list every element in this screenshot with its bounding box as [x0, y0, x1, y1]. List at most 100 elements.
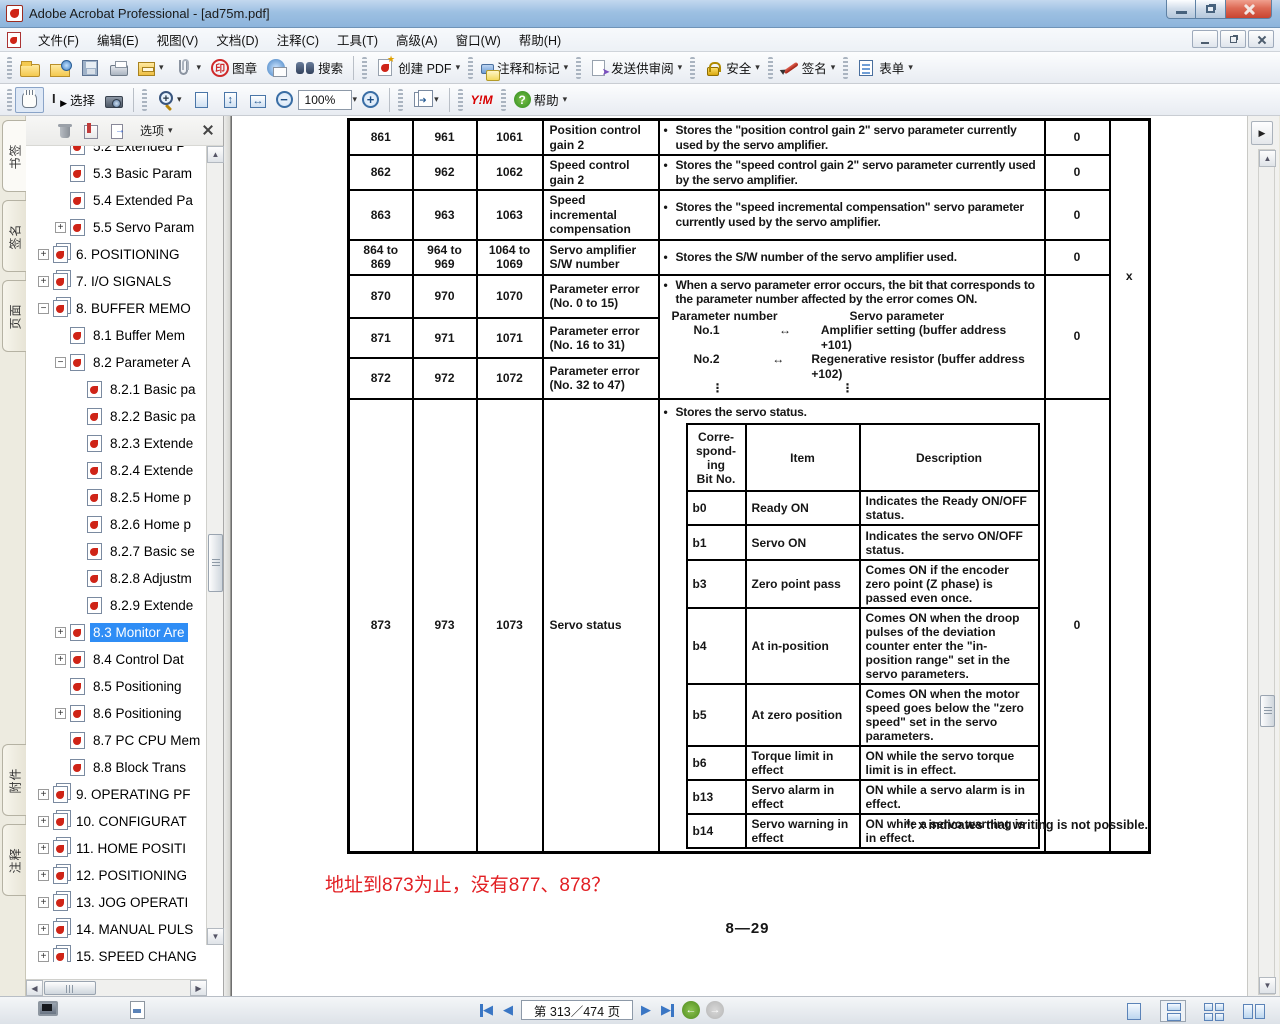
- expand-icon[interactable]: +: [38, 816, 49, 827]
- scroll-up-icon[interactable]: ▲: [207, 146, 224, 163]
- toolbar-grip[interactable]: [398, 89, 403, 111]
- select-tool-button[interactable]: 选择: [44, 87, 100, 113]
- print-button[interactable]: [105, 55, 133, 81]
- tab-comments[interactable]: 注释: [2, 824, 26, 896]
- next-view-button[interactable]: →: [706, 1001, 724, 1019]
- bookmark-item[interactable]: +11. HOME POSITI: [26, 835, 207, 862]
- bookmark-item[interactable]: +6. POSITIONING: [26, 241, 207, 268]
- sign-button[interactable]: 签名▾: [776, 55, 841, 81]
- attach-button[interactable]: ▾: [169, 55, 207, 81]
- options-menu-button[interactable]: 选项▾: [140, 122, 173, 139]
- bookmark-item[interactable]: 8.5 Positioning: [26, 673, 207, 700]
- bookmark-item[interactable]: −8.2 Parameter A: [26, 349, 207, 376]
- document-vscrollbar[interactable]: ▲ ▼: [1258, 149, 1275, 995]
- open-web-button[interactable]: [45, 55, 75, 81]
- single-page-layout-button[interactable]: [1120, 1000, 1146, 1022]
- scroll-up-icon[interactable]: ▲: [1259, 150, 1276, 167]
- forms-button[interactable]: 表单▾: [851, 55, 918, 81]
- fullscreen-mode-icon[interactable]: [38, 1001, 58, 1016]
- bookmark-item[interactable]: +8.3 Monitor Are: [26, 619, 207, 646]
- fit-page-button[interactable]: [187, 87, 216, 113]
- bookmark-item[interactable]: −8. BUFFER MEMO: [26, 295, 207, 322]
- document-page[interactable]: 861 961 1061 Position control gain 2 •St…: [231, 116, 1247, 996]
- doc-close-button[interactable]: [1248, 30, 1274, 48]
- collapse-icon[interactable]: −: [55, 357, 66, 368]
- tab-pages[interactable]: 页面: [2, 280, 26, 352]
- bookmark-item[interactable]: 8.2.9 Extende: [26, 592, 207, 619]
- toolbar-grip[interactable]: [7, 89, 12, 111]
- fit-height-button[interactable]: [216, 87, 245, 113]
- bookmark-item[interactable]: +8.4 Control Dat: [26, 646, 207, 673]
- last-page-button[interactable]: ▶: [659, 1002, 676, 1018]
- continuous-facing-layout-button[interactable]: [1200, 1000, 1226, 1022]
- minimize-button[interactable]: [1166, 0, 1196, 19]
- page-number-field[interactable]: 第 313／474 页: [521, 1000, 633, 1020]
- menu-item-1[interactable]: 编辑(E): [88, 27, 148, 52]
- expand-icon[interactable]: +: [55, 627, 66, 638]
- tab-bookmarks[interactable]: 书签: [2, 120, 27, 192]
- expand-icon[interactable]: +: [38, 249, 49, 260]
- expand-pane-button[interactable]: ▶: [1251, 121, 1273, 145]
- expand-icon[interactable]: +: [38, 870, 49, 881]
- delete-bookmark-icon[interactable]: [56, 123, 74, 141]
- fit-width-button[interactable]: [245, 87, 271, 113]
- security-button[interactable]: 安全▾: [698, 55, 765, 81]
- menu-item-8[interactable]: 帮助(H): [510, 27, 570, 52]
- facing-layout-button[interactable]: [1240, 1000, 1266, 1022]
- stamp-button[interactable]: 印图章: [206, 55, 262, 81]
- tab-signatures[interactable]: 签名: [2, 200, 26, 272]
- toolbar-grip[interactable]: [768, 57, 773, 79]
- bookmark-item[interactable]: 8.2.2 Basic pa: [26, 403, 207, 430]
- page-display-button[interactable]: ▾: [406, 87, 444, 113]
- toolbar-grip[interactable]: [362, 57, 367, 79]
- zoom-level-input[interactable]: 100%: [298, 90, 352, 110]
- snapshot-button[interactable]: [100, 87, 128, 113]
- scrollbar-thumb[interactable]: [1260, 695, 1275, 727]
- panel-splitter[interactable]: [224, 116, 231, 996]
- toolbar-grip[interactable]: [142, 89, 147, 111]
- menu-item-2[interactable]: 视图(V): [148, 27, 208, 52]
- toolbar-grip[interactable]: [576, 57, 581, 79]
- close-button[interactable]: [1226, 0, 1272, 19]
- scroll-left-icon[interactable]: ◀: [26, 980, 43, 996]
- bookmark-item[interactable]: +5.5 Servo Param: [26, 214, 207, 241]
- bookmark-item[interactable]: 8.2.8 Adjustm: [26, 565, 207, 592]
- bookmark-item[interactable]: +15. SPEED CHANG: [26, 943, 207, 962]
- bookmark-item[interactable]: +14. MANUAL PULS: [26, 916, 207, 943]
- email-button[interactable]: [262, 55, 290, 81]
- previous-page-button[interactable]: ◀: [501, 1002, 515, 1018]
- toolbar-grip[interactable]: [843, 57, 848, 79]
- expand-icon[interactable]: +: [38, 924, 49, 935]
- bookmark-hscrollbar[interactable]: ◀ ▶: [26, 979, 207, 996]
- expand-icon[interactable]: +: [38, 789, 49, 800]
- doc-minimize-button[interactable]: [1192, 30, 1218, 48]
- bookmark-item[interactable]: 8.2.1 Basic pa: [26, 376, 207, 403]
- bookmark-item[interactable]: +13. JOG OPERATI: [26, 889, 207, 916]
- search-button[interactable]: 搜索: [290, 55, 348, 81]
- continuous-layout-button[interactable]: [1160, 1000, 1186, 1022]
- restore-button[interactable]: [1196, 0, 1226, 19]
- toolbar-grip[interactable]: [501, 89, 506, 111]
- bookmark-vscrollbar[interactable]: ▲ ▼: [206, 146, 223, 945]
- hand-tool-button[interactable]: [15, 87, 44, 113]
- menu-item-3[interactable]: 文档(D): [207, 27, 267, 52]
- menu-item-7[interactable]: 窗口(W): [447, 27, 510, 52]
- organizer-button[interactable]: ▾: [133, 55, 169, 81]
- scroll-down-icon[interactable]: ▼: [207, 928, 224, 945]
- expand-icon[interactable]: +: [55, 708, 66, 719]
- bookmark-item[interactable]: +12. POSITIONING: [26, 862, 207, 889]
- yahoo-messenger-button[interactable]: Y!M: [466, 87, 498, 113]
- doc-restore-button[interactable]: [1220, 30, 1246, 48]
- scroll-right-icon[interactable]: ▶: [190, 980, 207, 996]
- send-review-button[interactable]: 发送供审阅▾: [584, 55, 687, 81]
- open-button[interactable]: [15, 55, 45, 81]
- bookmark-item[interactable]: 8.2.6 Home p: [26, 511, 207, 538]
- bookmark-item[interactable]: +10. CONFIGURAT: [26, 808, 207, 835]
- bookmark-item[interactable]: 8.2.7 Basic se: [26, 538, 207, 565]
- menu-item-0[interactable]: 文件(F): [29, 27, 88, 52]
- bookmark-item[interactable]: +9. OPERATING PF: [26, 781, 207, 808]
- bookmark-item[interactable]: 8.2.5 Home p: [26, 484, 207, 511]
- scroll-down-icon[interactable]: ▼: [1259, 977, 1276, 994]
- toolbar-grip[interactable]: [7, 57, 12, 79]
- scrollbar-thumb[interactable]: [44, 981, 96, 995]
